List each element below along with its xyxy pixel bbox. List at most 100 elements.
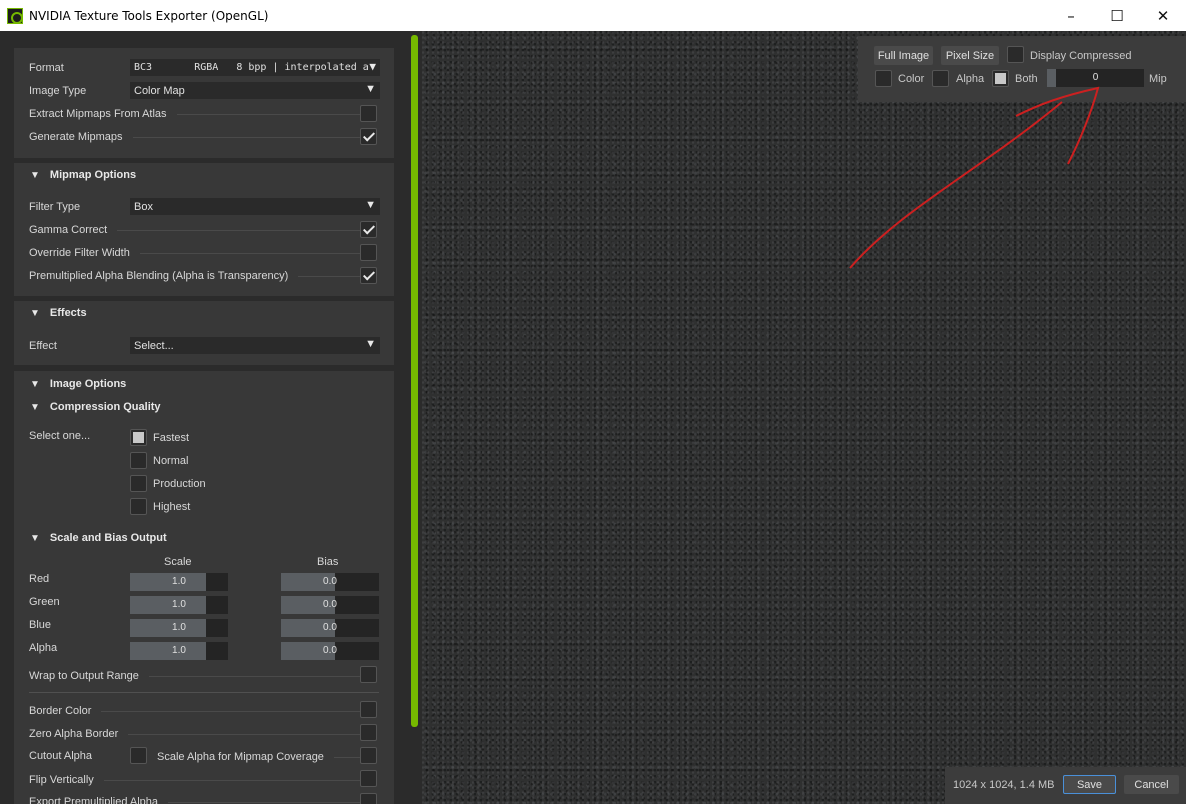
premultiplied-checkbox[interactable]	[360, 267, 377, 284]
filter-type-label: Filter Type	[29, 201, 81, 213]
settings-panel: Format BC3 RGBA 8 bpp | interpolated a ▼…	[0, 31, 408, 804]
image-type-label: Image Type	[29, 85, 87, 97]
image-options-section: ▼ Image Options ▼ Compression Quality Se…	[14, 371, 394, 804]
collapse-triangle-icon: ▼	[30, 378, 40, 390]
scale-alpha-row: Scale Alpha for Mipmap Coverage	[157, 748, 379, 766]
image-type-dropdown[interactable]: Color Map ▼	[130, 82, 380, 99]
gamma-correct-label: Gamma Correct	[29, 224, 108, 236]
compression-quality-title: Compression Quality	[49, 401, 161, 413]
blue-label: Blue	[29, 619, 52, 631]
blue-scale-slider[interactable]: 1.0	[130, 619, 228, 637]
cutout-alpha-checkbox[interactable]	[130, 747, 147, 764]
settings-scrollbar[interactable]	[408, 31, 422, 804]
generate-mipmaps-label: Generate Mipmaps	[29, 131, 123, 143]
red-bias-value: 0.0	[323, 576, 337, 587]
effects-section: ▼ Effects Effect Select... ▼	[14, 301, 394, 365]
collapse-triangle-icon: ▼	[30, 401, 40, 413]
full-image-button[interactable]: Full Image	[874, 46, 933, 65]
quality-normal-radio[interactable]	[130, 452, 147, 469]
cutout-alpha-label: Cutout Alpha	[29, 750, 92, 762]
wrap-label: Wrap to Output Range	[29, 670, 139, 682]
scrollbar-thumb[interactable]	[411, 35, 418, 727]
general-section: Format BC3 RGBA 8 bpp | interpolated a ▼…	[14, 48, 394, 158]
close-button[interactable]: ✕	[1140, 0, 1186, 31]
blue-scale-value: 1.0	[172, 622, 186, 633]
green-bias-slider[interactable]: 0.0	[281, 596, 379, 614]
red-annotation-arrow	[849, 86, 1100, 269]
dropdown-arrow-icon: ▼	[369, 60, 376, 73]
blue-bias-value: 0.0	[323, 622, 337, 633]
select-one-row: Select one...	[29, 427, 379, 445]
image-type-value: Color Map	[134, 84, 185, 97]
format-dropdown[interactable]: BC3 RGBA 8 bpp | interpolated a ▼	[130, 59, 380, 76]
maximize-button[interactable]: ☐	[1094, 0, 1140, 31]
display-compressed-checkbox[interactable]	[1007, 46, 1024, 63]
scale-bias-header[interactable]: ▼ Scale and Bias Output	[30, 532, 167, 544]
green-scale-slider[interactable]: 1.0	[130, 596, 228, 614]
alpha-label: Alpha	[29, 642, 58, 654]
quality-highest-radio[interactable]	[130, 498, 147, 515]
dropdown-arrow-icon: ▼	[365, 199, 376, 211]
select-one-label: Select one...	[29, 430, 91, 442]
minimize-button[interactable]: –	[1048, 0, 1094, 31]
collapse-triangle-icon: ▼	[30, 307, 40, 319]
extract-mipmaps-row: Extract Mipmaps From Atlas	[29, 105, 379, 123]
premultiplied-label: Premultiplied Alpha Blending (Alpha is T…	[29, 270, 289, 282]
override-filter-width-label: Override Filter Width	[29, 247, 130, 259]
scale-bias-title: Scale and Bias Output	[49, 532, 167, 544]
zero-alpha-checkbox[interactable]	[360, 724, 377, 741]
alpha-bias-slider[interactable]: 0.0	[281, 642, 379, 660]
cancel-button[interactable]: Cancel	[1124, 775, 1179, 794]
wrap-row: Wrap to Output Range	[29, 667, 379, 685]
quality-highest-label: Highest	[153, 501, 191, 513]
format-value: BC3 RGBA 8 bpp | interpolated a	[134, 62, 369, 73]
quality-fastest-radio[interactable]	[130, 429, 147, 446]
image-info-status: 1024 x 1024, 1.4 MB	[953, 779, 1055, 791]
gamma-correct-checkbox[interactable]	[360, 221, 377, 238]
override-filter-width-checkbox[interactable]	[360, 244, 377, 261]
image-options-header[interactable]: ▼ Image Options	[30, 378, 126, 390]
border-color-checkbox[interactable]	[360, 701, 377, 718]
mipmap-options-header[interactable]: ▼ Mipmap Options	[30, 169, 136, 181]
zero-alpha-row: Zero Alpha Border	[29, 725, 379, 743]
quality-normal-label: Normal	[153, 455, 189, 467]
scale-alpha-label: Scale Alpha for Mipmap Coverage	[157, 751, 324, 763]
extract-mipmaps-checkbox[interactable]	[360, 105, 377, 122]
mipmap-options-section: ▼ Mipmap Options Filter Type Box ▼ Gamma…	[14, 163, 394, 296]
scale-alpha-checkbox[interactable]	[360, 747, 377, 764]
dropdown-arrow-icon: ▼	[365, 83, 376, 95]
red-scale-slider[interactable]: 1.0	[130, 573, 228, 591]
title-bar: NVIDIA Texture Tools Exporter (OpenGL) –…	[0, 0, 1186, 31]
generate-mipmaps-checkbox[interactable]	[360, 128, 377, 145]
flip-checkbox[interactable]	[360, 770, 377, 787]
flip-label: Flip Vertically	[29, 774, 94, 786]
green-label: Green	[29, 596, 60, 608]
filter-type-dropdown[interactable]: Box ▼	[130, 198, 380, 215]
zero-alpha-label: Zero Alpha Border	[29, 728, 119, 740]
bias-column-header: Bias	[317, 556, 339, 568]
flip-row: Flip Vertically	[29, 771, 379, 789]
quality-production-radio[interactable]	[130, 475, 147, 492]
wrap-checkbox[interactable]	[360, 666, 377, 683]
red-bias-slider[interactable]: 0.0	[281, 573, 379, 591]
effect-dropdown[interactable]: Select... ▼	[130, 337, 380, 354]
nvidia-app-icon	[7, 7, 23, 24]
divider	[29, 692, 379, 693]
export-premult-label: Export Premultiplied Alpha	[29, 796, 159, 804]
export-premult-row: Export Premultiplied Alpha	[29, 793, 379, 804]
window-title: NVIDIA Texture Tools Exporter (OpenGL)	[29, 8, 269, 23]
dropdown-arrow-icon: ▼	[365, 338, 376, 350]
export-premult-checkbox[interactable]	[360, 793, 377, 804]
alpha-scale-slider[interactable]: 1.0	[130, 642, 228, 660]
filter-type-value: Box	[134, 200, 153, 213]
format-label: Format	[29, 62, 64, 74]
effects-header[interactable]: ▼ Effects	[30, 307, 87, 319]
mip-label: Mip	[1149, 73, 1167, 85]
compression-quality-header[interactable]: ▼ Compression Quality	[30, 401, 161, 413]
pixel-size-button[interactable]: Pixel Size	[941, 46, 999, 65]
effect-label: Effect	[29, 340, 57, 352]
display-compressed-label: Display Compressed	[1030, 50, 1132, 62]
save-button[interactable]: Save	[1063, 775, 1116, 794]
collapse-triangle-icon: ▼	[30, 532, 40, 544]
blue-bias-slider[interactable]: 0.0	[281, 619, 379, 637]
